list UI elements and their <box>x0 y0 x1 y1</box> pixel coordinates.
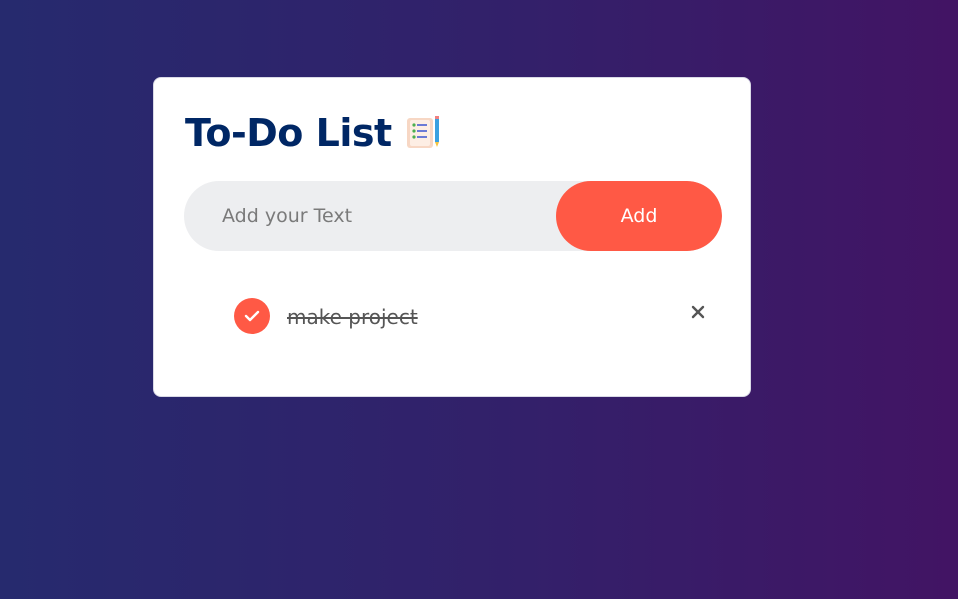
checkmark-icon <box>244 310 260 322</box>
header: To-Do List <box>185 108 442 158</box>
remove-task-button[interactable] <box>687 301 709 323</box>
notepad-checklist-icon <box>404 114 442 152</box>
todo-item[interactable]: make project <box>154 278 750 354</box>
todo-list: make project <box>154 278 750 354</box>
checked-toggle[interactable] <box>234 298 270 334</box>
page-title: To-Do List <box>185 111 392 155</box>
add-task-row: Add <box>184 181 722 251</box>
todo-text: make project <box>287 305 418 329</box>
close-icon <box>691 305 705 319</box>
add-button[interactable]: Add <box>556 181 722 251</box>
todo-app-card: To-Do List Add your Text Add make projec… <box>153 77 751 397</box>
task-input[interactable] <box>184 181 554 251</box>
